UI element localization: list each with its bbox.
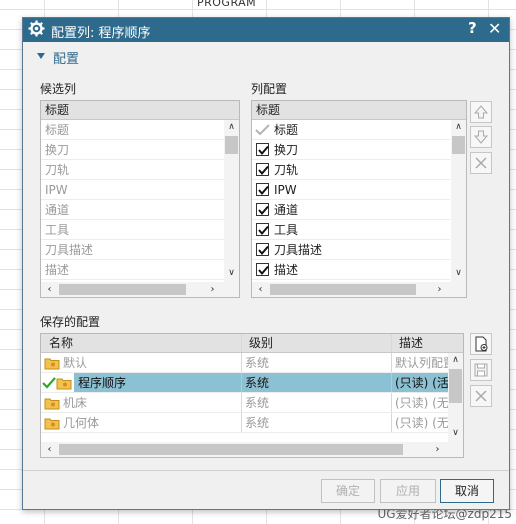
divider [23,470,509,471]
new-document-icon [475,336,488,352]
candidates-hscroll[interactable]: ‹ › [41,282,239,297]
delete-config-button[interactable] [470,385,492,407]
candidates-label: 候选列 [40,82,77,96]
delete-x-icon [475,157,487,169]
scroll-right-arrow-icon[interactable]: › [207,283,218,296]
column-config-hscroll[interactable]: ‹ › [252,282,466,297]
scroll-up-arrow-icon[interactable]: ∧ [226,122,237,133]
scroll-down-arrow-icon[interactable]: ∨ [450,428,461,439]
scroll-up-arrow-icon[interactable]: ∧ [450,355,461,366]
scroll-left-arrow-icon[interactable]: ‹ [255,283,266,296]
list-item[interactable]: 标题 [41,120,224,140]
scroll-thumb[interactable] [59,444,403,455]
section-title: 配置 [53,52,80,67]
scroll-left-arrow-icon[interactable]: ‹ [44,283,55,296]
new-config-button[interactable] [470,333,492,355]
list-item[interactable]: 刀具描述 [41,240,224,260]
move-down-button[interactable] [470,126,492,148]
move-up-button[interactable] [470,101,492,123]
list-item[interactable]: 刀轨 [252,160,450,180]
scroll-down-arrow-icon[interactable]: ∨ [226,268,237,279]
list-item[interactable]: 刀具描述 [252,240,450,260]
scroll-up-arrow-icon[interactable]: ∧ [453,122,464,133]
column-config-vscroll[interactable]: ∧ ∨ [451,120,466,282]
save-config-button[interactable] [470,359,492,381]
folder-icon [44,416,60,436]
table-row[interactable]: 机床 系统 (只读) (无 [41,393,449,413]
dialog-title: 配置列: 程序顺序 [51,26,151,41]
close-button[interactable]: ✕ [488,19,501,38]
candidates-vscroll[interactable]: ∧ ∨ [224,120,239,282]
list-item[interactable]: 通道 [252,200,450,220]
scroll-thumb[interactable] [225,136,238,154]
gear-icon [28,20,45,37]
scroll-thumb[interactable] [449,369,462,403]
list-item[interactable]: 通道 [41,200,224,220]
background-program-header: PROGRAM [197,0,257,9]
scroll-right-arrow-icon[interactable]: › [432,443,443,456]
configure-columns-dialog: 配置列: 程序顺序 ? ✕ 配置 候选列 标题 标题 换刀 刀轨 IPW 通道 … [22,17,510,510]
list-item[interactable]: IPW [252,180,450,200]
table-row[interactable]: 默认 系统 默认列配置 [41,353,455,373]
saved-configs-header-row: 名称 级别 描述 [41,334,463,353]
checkbox[interactable] [256,243,269,256]
checkbox[interactable] [256,203,269,216]
apply-button[interactable]: 应用 [380,479,436,503]
candidates-header[interactable]: 标题 [41,101,239,120]
arrow-down-icon [473,130,489,144]
remove-column-button[interactable] [470,152,492,174]
list-item[interactable]: 工具 [252,220,450,240]
scroll-thumb[interactable] [270,284,416,295]
arrow-up-icon [473,105,489,119]
column-header-level[interactable]: 级别 [245,334,391,352]
column-header-name[interactable]: 名称 [45,334,241,352]
saved-configs-label: 保存的配置 [40,315,101,329]
saved-configs-vscroll[interactable]: ∧ ∨ [448,353,463,442]
table-row[interactable]: 几何体 系统 (只读) (无 [41,413,449,436]
list-item[interactable]: IPW [41,180,224,200]
list-item[interactable]: 刀轨 [41,160,224,180]
column-config-label: 列配置 [251,82,288,96]
checkbox[interactable] [256,183,269,196]
list-item[interactable]: 描述 [252,260,450,280]
help-button[interactable]: ? [468,19,477,37]
scroll-right-arrow-icon[interactable]: › [434,283,445,296]
checkbox[interactable] [256,143,269,156]
column-header-description[interactable]: 描述 [395,334,449,352]
scroll-thumb[interactable] [59,284,186,295]
delete-x-icon [475,390,487,402]
table-row-selected[interactable]: 程序顺序 系统 (只读) (活 [41,373,449,393]
save-icon [474,363,488,377]
scroll-down-arrow-icon[interactable]: ∨ [453,268,464,279]
dialog-titlebar[interactable]: 配置列: 程序顺序 ? ✕ [23,18,509,42]
list-item[interactable]: 描述 [41,260,224,280]
column-config-header[interactable]: 标题 [252,101,466,120]
list-item[interactable]: 换刀 [41,140,224,160]
list-item[interactable]: 标题 [252,120,450,140]
checkbox[interactable] [256,163,269,176]
column-config-list[interactable]: 标题 标题 换刀 刀轨 IPW 通道 工具 刀具描述 描述 ∧ ∨ ‹ › [251,100,467,298]
scroll-left-arrow-icon[interactable]: ‹ [44,443,55,456]
scroll-thumb[interactable] [452,136,465,154]
saved-configs-grid[interactable]: 名称 级别 描述 默认 系统 默认列配置 程序顺序 系统 (只读) (活 机床 … [40,333,464,458]
saved-configs-hscroll[interactable]: ‹ › [41,442,463,457]
checkbox[interactable] [256,223,269,236]
collapse-arrow-icon[interactable] [37,53,45,59]
ok-button[interactable]: 确定 [321,479,375,503]
candidates-list[interactable]: 标题 标题 换刀 刀轨 IPW 通道 工具 刀具描述 描述 ∧ ∨ ‹ › [40,100,240,298]
list-item[interactable]: 换刀 [252,140,450,160]
checkbox[interactable] [256,263,269,276]
cancel-button[interactable]: 取消 [440,479,494,503]
list-item[interactable]: 工具 [41,220,224,240]
